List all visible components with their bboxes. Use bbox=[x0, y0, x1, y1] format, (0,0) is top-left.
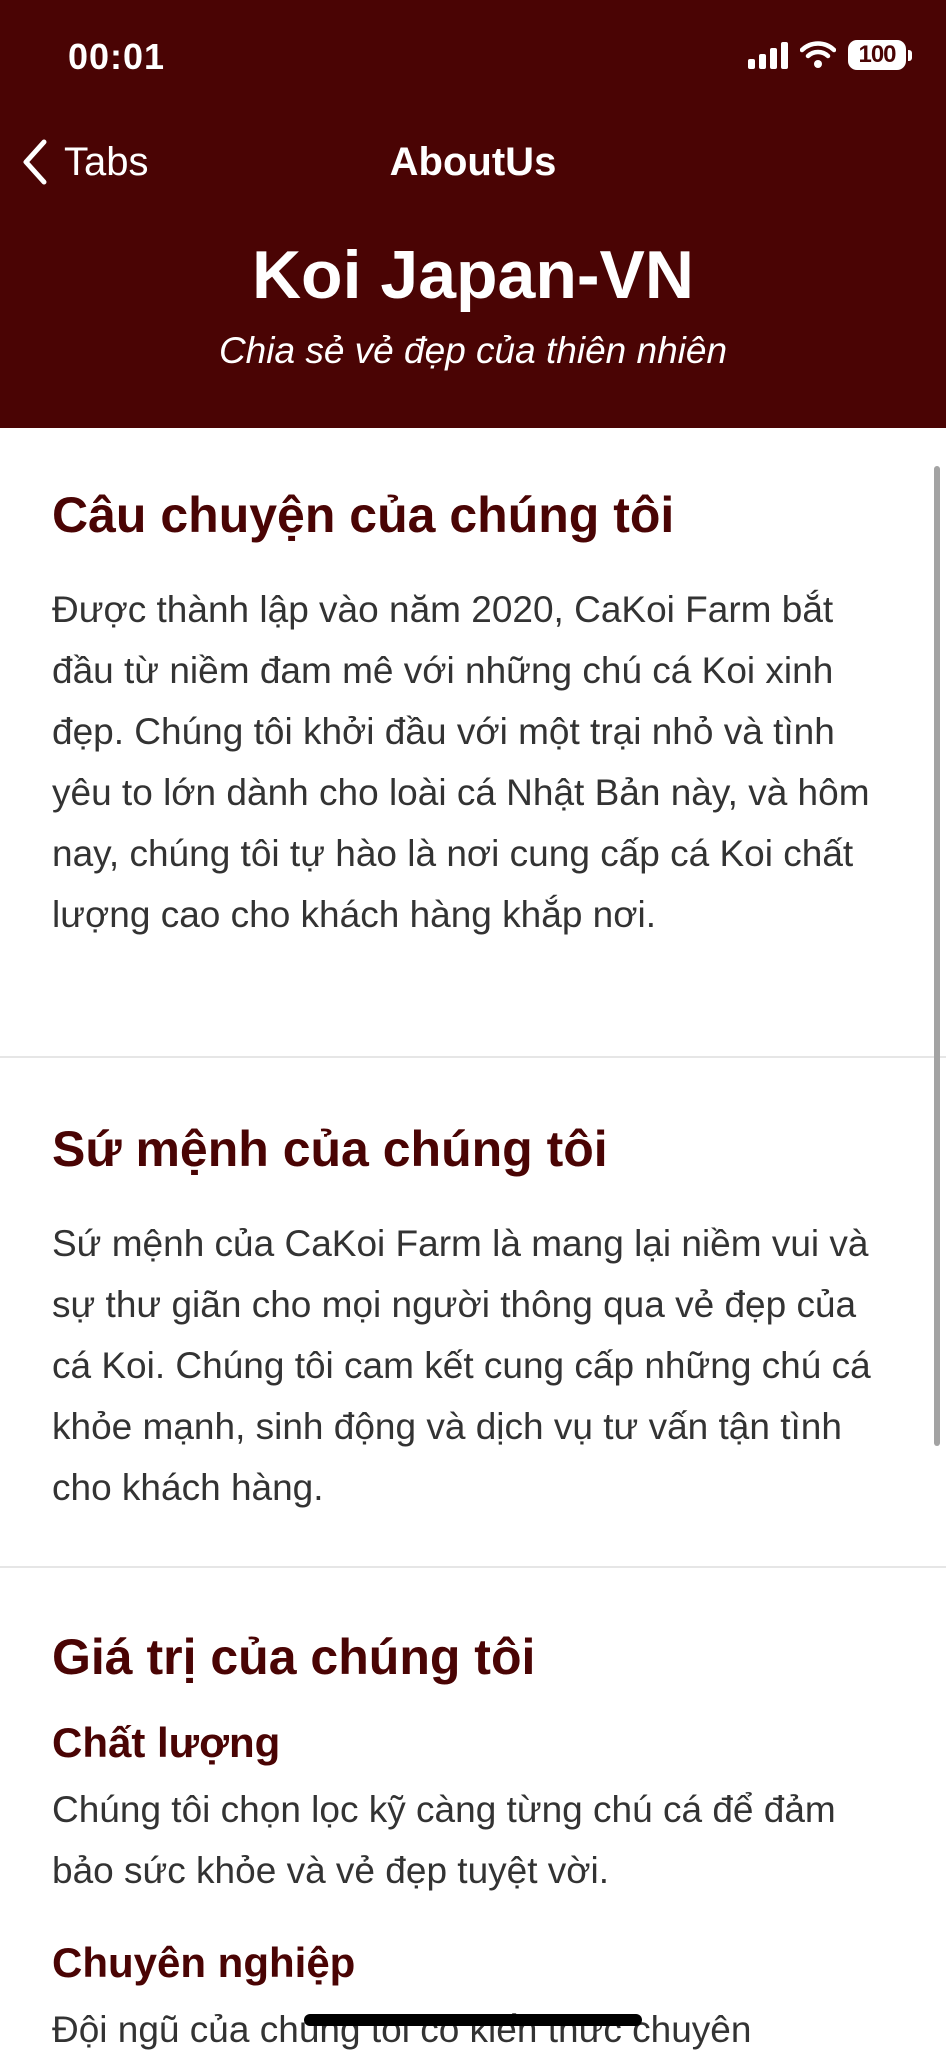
nav-title: AboutUs bbox=[389, 140, 557, 184]
mission-body: Sứ mệnh của CaKoi Farm là mang lại niềm … bbox=[52, 1223, 871, 1508]
story-section: Câu chuyện của chúng tôi Được thành lập … bbox=[0, 428, 946, 1058]
wifi-icon bbox=[800, 41, 836, 68]
scrollbar[interactable] bbox=[934, 466, 940, 1446]
story-body: Được thành lập vào năm 2020, CaKoi Farm … bbox=[52, 589, 870, 935]
mission-heading: Sứ mệnh của chúng tôi bbox=[52, 1121, 608, 1177]
battery-icon: 100 bbox=[848, 40, 912, 70]
value-title: Chất lượng bbox=[52, 1719, 281, 1766]
signal-icon bbox=[748, 41, 788, 69]
value-title: Chuyên nghiệp bbox=[52, 1939, 356, 1986]
home-indicator[interactable] bbox=[304, 2014, 642, 2026]
status-icons: 100 bbox=[748, 40, 912, 70]
value-item-quality: Chất lượng Chúng tôi chọn lọc kỹ càng từ… bbox=[52, 1687, 894, 1901]
value-item-professional: Chuyên nghiệp Đội ngũ của chúng tôi có k… bbox=[52, 1901, 894, 2060]
value-body: Chúng tôi chọn lọc kỹ càng từng chú cá đ… bbox=[52, 1789, 836, 1891]
values-heading: Giá trị của chúng tôi bbox=[52, 1629, 536, 1685]
about-content[interactable]: Câu chuyện của chúng tôi Được thành lập … bbox=[0, 428, 946, 2060]
story-heading: Câu chuyện của chúng tôi bbox=[52, 487, 675, 543]
battery-level: 100 bbox=[848, 40, 906, 70]
status-time: 00:01 bbox=[68, 36, 166, 77]
app-header: 00:01 100 Tabs AboutUs Koi Japan-VN Chia… bbox=[0, 0, 946, 428]
values-section: Giá trị của chúng tôi Chất lượng Chúng t… bbox=[0, 1568, 946, 2060]
brand-tagline: Chia sẻ vẻ đẹp của thiên nhiên bbox=[218, 330, 728, 371]
mission-section: Sứ mệnh của chúng tôi Sứ mệnh của CaKoi … bbox=[0, 1058, 946, 1568]
brand-title: Koi Japan-VN bbox=[251, 237, 695, 313]
